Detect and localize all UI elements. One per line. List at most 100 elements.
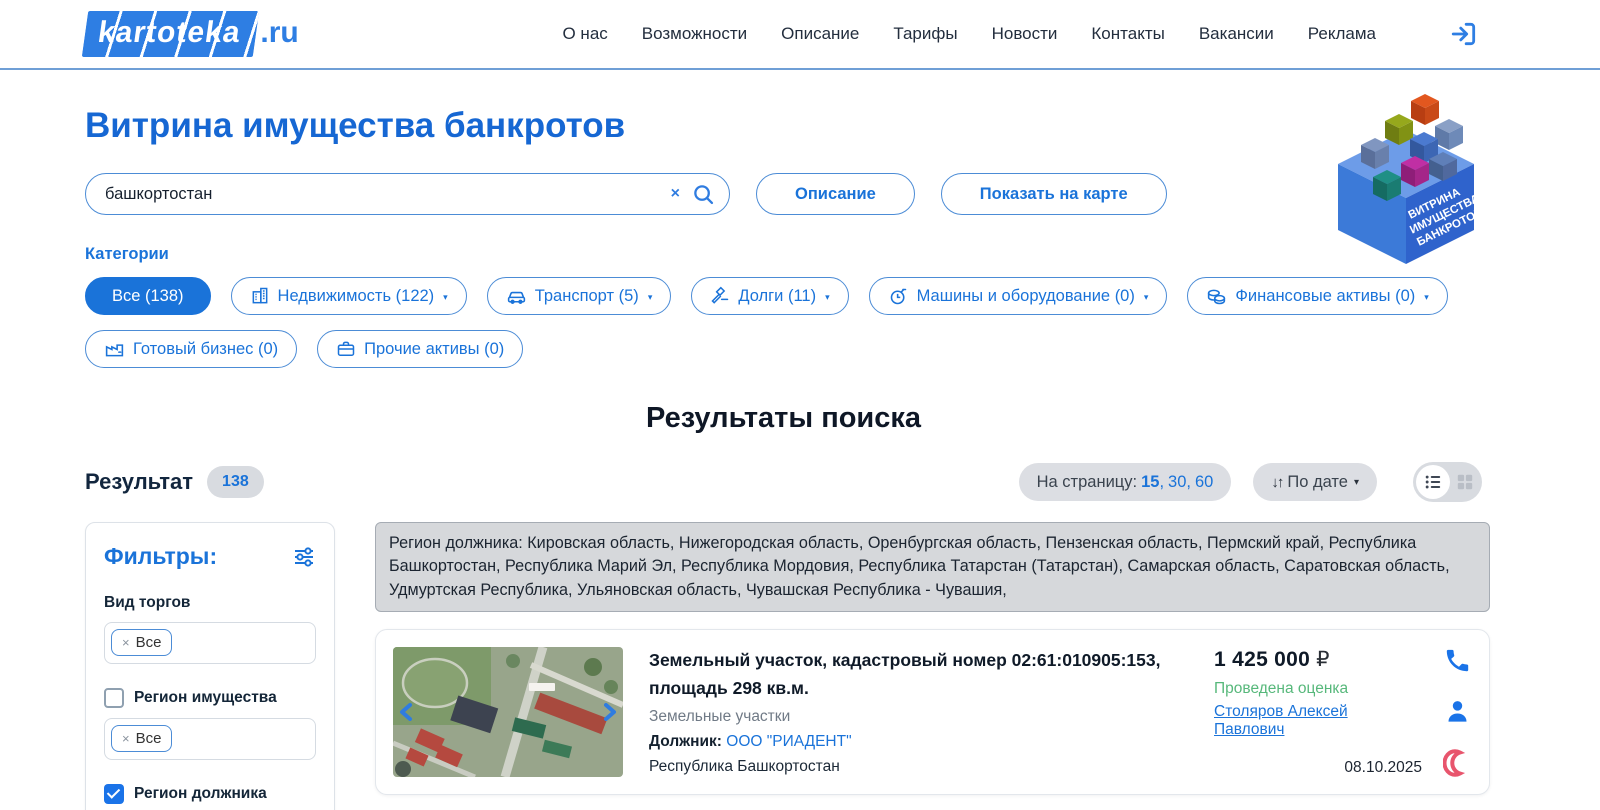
category-other-assets-label: Прочие активы (0) (364, 340, 504, 359)
logo-text: kartoteka (96, 16, 243, 50)
category-debts-label: Долги (11) (738, 287, 816, 306)
selected-tag: × Все (111, 725, 172, 752)
property-region-checkbox[interactable] (104, 688, 124, 708)
per-page-separator: , (1159, 473, 1164, 492)
prev-photo-arrow[interactable] (398, 703, 414, 721)
filters-title: Фильтры: (104, 543, 217, 570)
filter-group-debtor-region: Регион должника (104, 784, 316, 804)
nav-item-contacts[interactable]: Контакты (1091, 24, 1164, 44)
satellite-photo (393, 647, 623, 777)
sort-label: По дате (1287, 473, 1348, 492)
nav-item-description[interactable]: Описание (781, 24, 859, 44)
debtor-link[interactable]: ООО "РИАДЕНТ" (726, 733, 851, 750)
nav-item-features[interactable]: Возможности (642, 24, 747, 44)
category-financial-label: Финансовые активы (0) (1235, 287, 1415, 306)
per-page-option-15[interactable]: 15 (1141, 473, 1159, 492)
filter-group-auction-type: Вид торгов (104, 594, 316, 612)
per-page-option-30[interactable]: 30 (1168, 473, 1186, 492)
search-box: × (85, 173, 730, 215)
machine-icon (888, 286, 909, 307)
listing-info: Земельный участок, кадастровый номер 02:… (649, 647, 1214, 777)
category-machinery-label: Машины и оборудование (0) (917, 287, 1135, 306)
results-count-badge: 138 (207, 466, 264, 498)
manager-link[interactable]: Столяров Алексей Павлович (1214, 703, 1422, 739)
search-input[interactable] (105, 185, 663, 204)
debtor-region-checkbox[interactable] (104, 784, 124, 804)
property-region-select[interactable]: × Все (104, 718, 316, 760)
listing-card: Земельный участок, кадастровый номер 02:… (375, 629, 1490, 795)
category-business[interactable]: Готовый бизнес (0) (85, 330, 297, 368)
nav-item-news[interactable]: Новости (992, 24, 1058, 44)
tag-label: Все (136, 634, 162, 651)
listing-region: Республика Башкортостан (649, 758, 1214, 776)
nav-item-vacancies[interactable]: Вакансии (1199, 24, 1274, 44)
nav-item-about[interactable]: О нас (562, 24, 607, 44)
remove-tag-icon[interactable]: × (122, 635, 130, 650)
search-icon[interactable] (692, 183, 715, 206)
kartoteka-mark-icon[interactable] (1443, 749, 1471, 777)
logo-suffix: .ru (260, 16, 298, 50)
per-page-pill: На страницу: 15 , 30 , 60 (1019, 463, 1232, 501)
valuation-status: Проведена оценка (1214, 680, 1422, 698)
sliders-icon[interactable] (292, 545, 316, 569)
listing-date: 08.10.2025 (1344, 759, 1422, 777)
caret-down-icon: ▾ (1144, 292, 1149, 303)
main-area: Фильтры: Вид торгов × Все Регион имущест… (0, 522, 1600, 810)
per-page-option-60[interactable]: 60 (1195, 473, 1213, 492)
header: kartoteka .ru О нас Возможности Описание… (0, 0, 1600, 70)
category-all[interactable]: Все (138) (85, 277, 211, 315)
auction-type-select[interactable]: × Все (104, 622, 316, 664)
nav-item-ads[interactable]: Реклама (1308, 24, 1376, 44)
category-financial[interactable]: Финансовые активы (0) ▾ (1187, 277, 1447, 315)
category-machinery[interactable]: Машины и оборудование (0) ▾ (869, 277, 1168, 315)
remove-tag-icon[interactable]: × (122, 731, 130, 746)
listing-debtor-row: Должник: ООО "РИАДЕНТ" (649, 733, 1214, 751)
show-on-map-button[interactable]: Показать на карте (941, 173, 1167, 215)
list-view-icon (1424, 473, 1442, 491)
sort-by-date-button[interactable]: ↓↑ По дате ▾ (1253, 463, 1377, 501)
caret-down-icon: ▾ (1424, 292, 1429, 303)
listing-thumbnail[interactable] (393, 647, 623, 777)
person-icon[interactable] (1444, 698, 1471, 725)
category-row-2: Готовый бизнес (0) Прочие активы (0) (0, 330, 1600, 368)
login-icon[interactable] (1450, 20, 1478, 48)
listing-title[interactable]: Земельный участок, кадастровый номер 02:… (649, 647, 1214, 701)
category-transport-label: Транспорт (5) (535, 287, 639, 306)
view-toggle (1413, 462, 1482, 502)
list-view-button[interactable] (1416, 465, 1450, 499)
phone-icon[interactable] (1444, 647, 1471, 674)
debtor-region-note: Регион должника: Кировская область, Ниже… (375, 522, 1490, 612)
category-real-estate[interactable]: Недвижимость (122) ▾ (231, 277, 467, 315)
grid-view-button[interactable] (1456, 473, 1474, 491)
next-photo-arrow[interactable] (602, 703, 618, 721)
clear-search-icon[interactable]: × (671, 185, 680, 203)
listing-meta: 1 425 000 ₽ Проведена оценка Столяров Але… (1214, 647, 1472, 777)
category-transport[interactable]: Транспорт (5) ▾ (487, 277, 672, 315)
kartoteka-logo[interactable]: kartoteka .ru (85, 11, 299, 57)
filter-group-property-region: Регион имущества (104, 688, 316, 708)
category-debts[interactable]: Долги (11) ▾ (691, 277, 848, 315)
listing-actions (1442, 647, 1472, 777)
listing-price-row: 1 425 000 ₽ (1214, 647, 1422, 672)
description-button[interactable]: Описание (756, 173, 915, 215)
results-column: Регион должника: Кировская область, Ниже… (375, 522, 1490, 810)
selected-tag: × Все (111, 629, 172, 656)
nav-item-tariffs[interactable]: Тарифы (893, 24, 957, 44)
results-count-block: Результат 138 (85, 466, 264, 498)
caret-down-icon: ▾ (443, 292, 448, 303)
category-row-1: Все (138) Недвижимость (122) ▾ Транспорт… (0, 277, 1600, 315)
property-region-label: Регион имущества (134, 689, 277, 707)
factory-icon (104, 339, 125, 360)
category-all-label: Все (138) (112, 287, 184, 306)
auction-type-label: Вид торгов (104, 594, 190, 612)
ruble-sign: ₽ (1316, 648, 1330, 671)
results-toolbar: Результат 138 На страницу: 15 , 30 , 60 … (0, 462, 1600, 502)
debtor-label: Должник: (649, 733, 722, 750)
category-other-assets[interactable]: Прочие активы (0) (317, 330, 523, 368)
filters-panel: Фильтры: Вид торгов × Все Регион имущест… (85, 522, 335, 810)
coins-icon (1206, 286, 1227, 307)
car-icon (506, 286, 527, 307)
results-heading: Результаты поиска (0, 402, 1600, 435)
price-value: 1 425 000 (1214, 648, 1310, 671)
caret-down-icon: ▾ (825, 292, 830, 303)
